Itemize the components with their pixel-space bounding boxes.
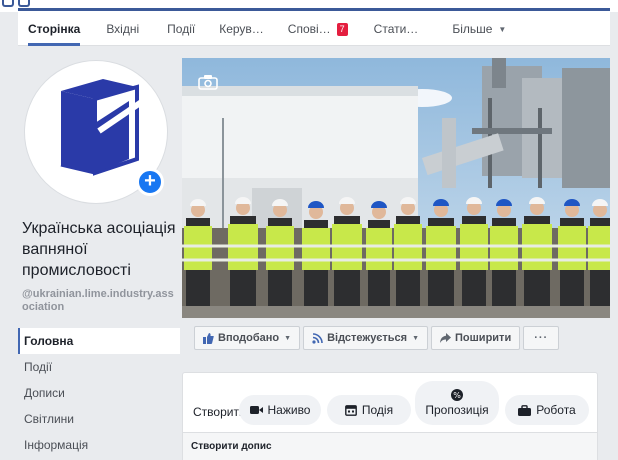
share-icon [440, 333, 452, 343]
tab-inbox[interactable]: Вхідні [106, 12, 139, 46]
offer-label: Пропозиція [425, 403, 489, 417]
chevron-down-icon: ▼ [412, 334, 420, 342]
live-video-button[interactable]: Наживо [239, 395, 321, 425]
tab-inbox-label: Вхідні [106, 21, 140, 36]
plus-icon[interactable]: + [136, 168, 164, 196]
job-label: Робота [536, 403, 576, 417]
tab-events-label: Події [167, 21, 196, 36]
liked-button-label: Вподобано [218, 332, 280, 344]
nav-item-posts[interactable]: Дописи [18, 380, 180, 406]
briefcase-icon [518, 404, 532, 416]
offer-icon: % [451, 389, 463, 401]
top-strip [0, 0, 618, 12]
page-title: Українська асоціація вапняної промислово… [22, 220, 176, 279]
more-icon: ··· [534, 332, 549, 344]
tab-more[interactable]: Більше ▼ [452, 12, 506, 46]
nav-item-info[interactable]: Інформація [18, 432, 180, 458]
liked-button[interactable]: Вподобано ▼ [194, 326, 301, 350]
event-button[interactable]: Подія [327, 395, 411, 425]
tab-manage[interactable]: Керув… [219, 12, 264, 46]
tab-stats-label: Стати… [373, 21, 419, 36]
share-button[interactable]: Поширити [431, 326, 521, 350]
share-button-label: Поширити [455, 332, 512, 344]
create-post-input[interactable]: Створити допис [182, 432, 598, 460]
following-button[interactable]: Відстежується ▼ [303, 326, 429, 350]
more-button[interactable]: ··· [523, 326, 560, 350]
page-handle[interactable]: @ukrainian.lime.industry.association [22, 288, 178, 314]
nav-item-home[interactable]: Головна [18, 328, 180, 354]
event-label: Подія [361, 403, 394, 417]
calendar-icon [344, 405, 357, 416]
page-actions: Вподобано ▼ Відстежується ▼ Поширити ··· [194, 326, 560, 350]
nav-item-photos[interactable]: Світлини [18, 406, 180, 432]
cover-photo[interactable] [182, 58, 610, 318]
tab-stats[interactable]: Стати… [374, 12, 419, 46]
tab-manage-label: Керув… [219, 21, 264, 36]
rss-icon [312, 332, 323, 344]
svg-text:%: % [453, 391, 461, 400]
notifications-badge: 7 [336, 22, 348, 36]
tab-events[interactable]: Події [167, 12, 195, 46]
page-tabs-bar: Сторінка Вхідні Події Керув… Спові… 7 Ста… [18, 12, 610, 46]
tab-more-label: Більше [452, 21, 493, 36]
following-button-label: Відстежується [327, 332, 408, 344]
thumbs-up-icon [203, 332, 214, 344]
tab-notifications-label: Спові… [287, 21, 331, 36]
cover-image [182, 58, 610, 318]
chevron-down-icon: ▼ [498, 24, 507, 34]
video-icon [249, 406, 263, 414]
top-corner-decoration [0, 0, 36, 8]
offer-button[interactable]: % Пропозиція [415, 381, 499, 425]
camera-icon[interactable] [198, 74, 218, 90]
tab-page-label: Сторінка [28, 21, 81, 36]
create-label: Створити [193, 405, 246, 419]
chevron-down-icon: ▼ [284, 334, 292, 342]
left-column: + Українська асоціація вапняної промисло… [18, 46, 180, 460]
left-nav: Головна Події Дописи Світлини Інформація [18, 328, 180, 458]
job-button[interactable]: Робота [505, 395, 589, 425]
live-video-label: Наживо [267, 403, 311, 417]
nav-item-events[interactable]: Події [18, 354, 180, 380]
tab-page[interactable]: Сторінка [28, 12, 81, 46]
tab-notifications[interactable]: Спові… 7 [288, 12, 348, 46]
